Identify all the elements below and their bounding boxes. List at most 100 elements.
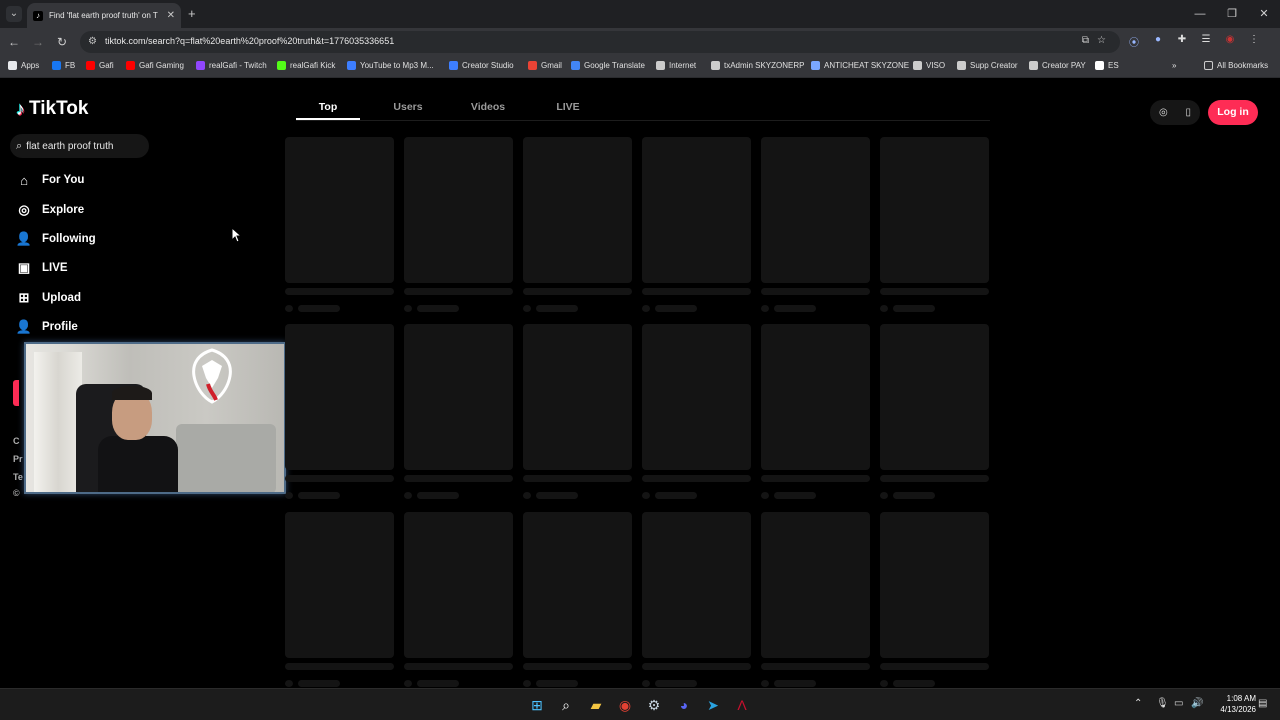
bookmark-item[interactable]: Google Translate [571,61,645,70]
bookmark-item[interactable]: YouTube to Mp3 M... [347,61,434,70]
sidebar-item-following[interactable]: 👤 Following [15,229,96,249]
video-card-skeleton[interactable] [880,324,989,470]
window-close-icon[interactable]: ✕ [1248,0,1280,28]
back-icon[interactable]: ← [6,34,22,50]
site-info-icon[interactable]: ⚙ [88,36,97,47]
bookmark-item[interactable]: txAdmin SKYZONERP [711,61,804,70]
extensions-puzzle-icon[interactable]: ✚ [1174,34,1190,49]
bookmark-item[interactable]: Gafi [86,61,114,70]
bookmark-item[interactable]: FB [52,61,75,70]
all-bookmarks-button[interactable]: All Bookmarks [1204,61,1268,70]
windows-start-icon[interactable]: ⊞ [528,696,546,714]
telegram-icon[interactable]: ➤ [704,696,722,714]
bookmark-item[interactable]: VISO [913,61,945,70]
video-card-skeleton[interactable] [642,137,751,283]
bookmark-item[interactable]: Apps [8,61,39,70]
sidebar-footer-link[interactable]: Te [13,472,23,482]
extension-vpn-icon[interactable]: ● [1150,34,1166,49]
tab-users[interactable]: Users [376,101,440,113]
app-red-icon[interactable]: Λ [733,696,751,714]
video-card-skeleton[interactable] [404,324,513,470]
notification-icon[interactable]: ▤ [1258,698,1267,709]
video-card-skeleton[interactable] [285,137,394,283]
tab-close-icon[interactable]: ✕ [167,10,175,21]
tab-top[interactable]: Top [296,101,360,113]
bookmark-item[interactable]: Creator PAY [1029,61,1086,70]
folder-icon [1204,61,1213,70]
search-icon[interactable]: ⌕ [557,696,575,714]
video-card-skeleton[interactable] [761,137,870,283]
bookmark-item[interactable]: ES [1095,61,1119,70]
video-card-skeleton[interactable] [523,512,632,658]
extension-audio-icon[interactable]: ⦿ [1126,34,1142,49]
video-card-skeleton[interactable] [285,324,394,470]
microphone-icon[interactable]: 🎙 [1156,698,1169,709]
video-card-skeleton[interactable] [880,512,989,658]
forward-icon[interactable]: → [30,34,46,50]
minimize-icon[interactable]: — [1184,0,1216,28]
sidebar-footer-link[interactable]: Pr [13,454,23,464]
caption-skeleton [523,475,632,482]
avatar-skeleton [880,680,888,687]
bookmark-item[interactable]: Gafi Gaming [126,61,184,70]
active-tab-underline [296,118,360,120]
maximize-icon[interactable]: ❐ [1216,0,1248,28]
tiktok-logo[interactable]: ♪ TikTok [16,98,88,120]
system-clock[interactable]: 1:08 AM 4/13/2026 [1208,693,1256,715]
sidebar-item-label: Following [42,233,96,245]
video-card-skeleton[interactable] [642,324,751,470]
chrome-menu-icon[interactable]: ⋮ [1246,34,1262,49]
bookmark-item[interactable]: Creator Studio [449,61,514,70]
video-card-skeleton[interactable] [285,512,394,658]
bookmark-item[interactable]: Supp Creator [957,61,1018,70]
login-sidebar-button-partial[interactable] [13,380,19,406]
bookmark-item[interactable]: realGafi - Twitch [196,61,267,70]
video-card-skeleton[interactable] [880,137,989,283]
video-card-skeleton[interactable] [642,512,751,658]
discord-icon[interactable]: ◕ [675,696,693,714]
profile-avatar-icon[interactable]: ◉ [1222,34,1238,49]
bookmarks-overflow-icon[interactable]: » [1172,61,1176,70]
chrome-icon[interactable]: ◉ [616,696,634,714]
windows-taskbar: ⊞ ⌕ ▰ ◉ ⚙ ◕ ➤ Λ ⌃ 🎙 ▭ 🔊 1:08 AM 4/13/2026 ▤ [0,688,1280,720]
bookmark-item[interactable]: Internet [656,61,696,70]
sidebar-item-live[interactable]: ▣ LIVE [15,258,68,278]
network-icon[interactable]: ▭ [1174,698,1183,709]
omnibox[interactable]: ⚙ tiktok.com/search?q=flat%20earth%20pro… [80,31,1120,53]
new-tab-button[interactable]: + [188,6,196,22]
file-explorer-icon[interactable]: ▰ [587,696,605,714]
tab-videos[interactable]: Videos [456,101,520,113]
video-card-skeleton[interactable] [523,137,632,283]
bookmark-item[interactable]: ANTICHEAT SKYZONE [811,61,909,70]
video-card-skeleton[interactable] [761,324,870,470]
sidebar-item-explore[interactable]: ◎ Explore [15,200,84,220]
tab-search-icon[interactable]: ☰ [1198,34,1214,49]
sidebar-item-for-you[interactable]: ⌂ For You [15,170,84,190]
video-card-skeleton[interactable] [523,324,632,470]
video-card-skeleton[interactable] [761,512,870,658]
login-button[interactable]: Log in [1208,100,1258,125]
volume-icon[interactable]: 🔊 [1191,698,1203,709]
bookmark-item[interactable]: realGafi Kick [277,61,335,70]
sidebar-item-upload[interactable]: ⊞ Upload [15,288,81,308]
tab-search-menu-icon[interactable]: ⌄ [6,6,22,22]
bookmark-label: realGafi - Twitch [209,61,267,70]
sidebar-footer-link[interactable]: © [13,488,20,498]
browser-tab[interactable]: ♪ Find 'flat earth proof truth' on T ✕ [27,3,181,28]
tray-chevron-icon[interactable]: ⌃ [1134,698,1142,709]
bookmark-star-icon[interactable]: ☆ [1097,35,1106,46]
reload-icon[interactable]: ↻ [54,34,70,50]
bookmark-item[interactable]: Gmail [528,61,562,70]
device-icon[interactable]: ▯ [1186,107,1192,118]
search-input[interactable]: ⌕ flat earth proof truth [10,134,149,158]
sidebar-item-profile[interactable]: 👤 Profile [15,317,78,337]
video-card-skeleton[interactable] [404,137,513,283]
install-app-icon[interactable]: ⧉ [1082,35,1089,46]
username-skeleton [298,305,340,312]
tab-live[interactable]: LIVE [536,101,600,113]
bookmark-favicon-icon [1095,61,1104,70]
steam-icon[interactable]: ⚙ [645,696,663,714]
video-card-skeleton[interactable] [404,512,513,658]
sidebar-footer-link[interactable]: C [13,436,20,446]
compass-icon[interactable]: ◎ [1159,107,1168,118]
